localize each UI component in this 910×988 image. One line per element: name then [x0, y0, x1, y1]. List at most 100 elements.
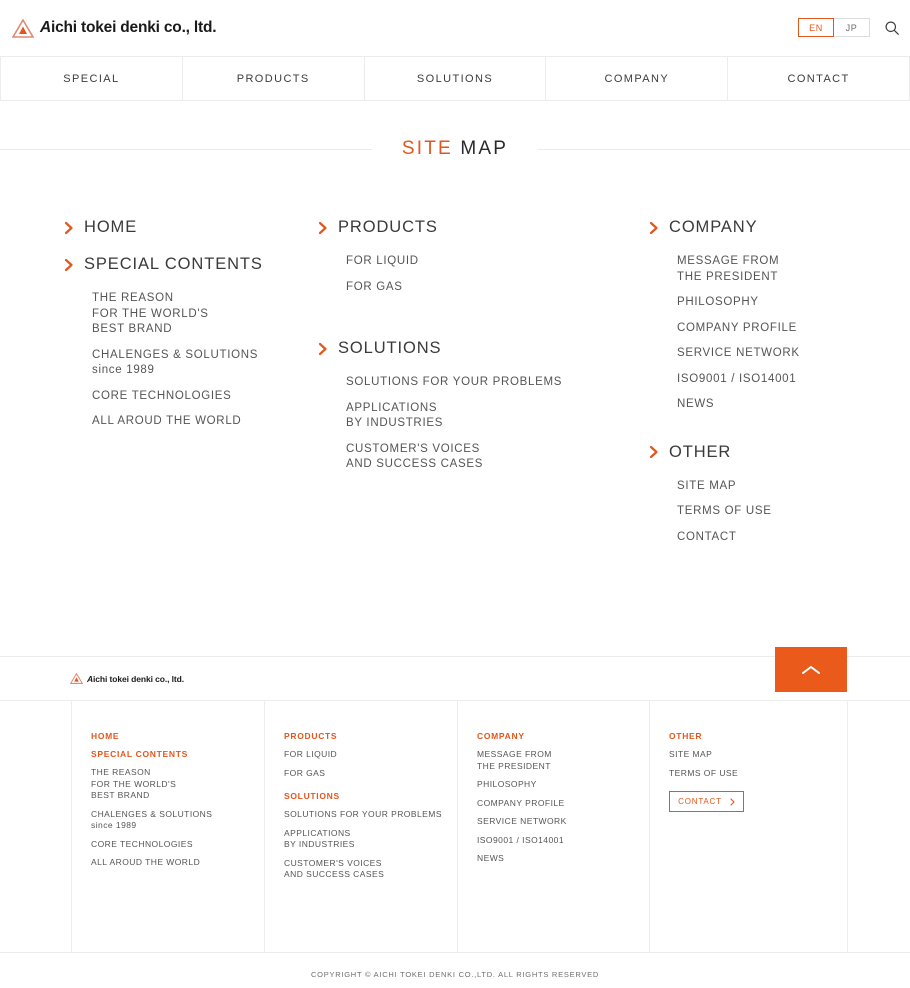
- link-line: ISO9001 / ISO14001: [477, 834, 565, 845]
- link-line: CUSTOMER'S VOICES: [284, 857, 382, 868]
- nav-item-company[interactable]: COMPANY: [546, 57, 729, 100]
- contact-button[interactable]: CONTACT: [669, 791, 744, 812]
- footer-heading-products[interactable]: PRODUCTS: [284, 731, 457, 741]
- footer-column-2: PRODUCTS FOR LIQUID FOR GAS SOLUTIONS SO…: [264, 701, 457, 952]
- language-toggle[interactable]: EN JP: [798, 18, 870, 37]
- footer-column-4: OTHER SITE MAP TERMS OF USE CONTACT: [649, 701, 848, 952]
- sitemap-link[interactable]: CORE TECHNOLOGIES: [92, 389, 312, 405]
- lang-button-en[interactable]: EN: [798, 18, 834, 37]
- sitemap-link[interactable]: SOLUTIONS FOR YOUR PROBLEMS: [346, 375, 649, 391]
- sitemap-link[interactable]: CHALENGES & SOLUTIONS since 1989: [92, 348, 312, 379]
- link-line: THE REASON: [92, 292, 174, 304]
- sitemap-link[interactable]: PHILOSOPHY: [677, 295, 910, 311]
- footer-link[interactable]: THE REASON FOR THE WORLD'S BEST BRAND: [91, 767, 264, 802]
- link-line: since 1989: [92, 364, 155, 376]
- search-icon[interactable]: [884, 20, 900, 36]
- footer-link[interactable]: ALL AROUD THE WORLD: [91, 857, 264, 869]
- link-line: SERVICE NETWORK: [677, 347, 800, 359]
- footer-link[interactable]: CHALENGES & SOLUTIONS since 1989: [91, 809, 264, 832]
- sitemap-link[interactable]: ALL AROUD THE WORLD: [92, 414, 312, 430]
- page-title-part1: SITE: [401, 137, 453, 159]
- sitemap-heading-solutions[interactable]: SOLUTIONS: [318, 339, 649, 358]
- sitemap-link[interactable]: APPLICATIONS BY INDUSTRIES: [346, 401, 649, 432]
- footer-logo-text: Aichi tokei denki co., ltd.: [87, 673, 184, 684]
- sitemap-column-2: PRODUCTS FOR LIQUID FOR GAS SOLUTIONS SO…: [312, 218, 649, 656]
- footer-column-3: COMPANY MESSAGE FROM THE PRESIDENT PHILO…: [457, 701, 649, 952]
- link-line: APPLICATIONS: [346, 401, 438, 414]
- link-line: TERMS OF USE: [669, 767, 739, 778]
- site-logo-text: Aichi tokei denki co., ltd.: [40, 19, 217, 36]
- nav-item-contact[interactable]: CONTACT: [728, 57, 910, 100]
- footer-heading-special-contents[interactable]: SPECIAL CONTENTS: [91, 749, 264, 759]
- footer-heading-home[interactable]: HOME: [91, 731, 264, 741]
- footer-link[interactable]: SERVICE NETWORK: [477, 816, 649, 828]
- sitemap-link[interactable]: SERVICE NETWORK: [677, 346, 910, 362]
- sitemap-heading-products[interactable]: PRODUCTS: [318, 218, 649, 237]
- nav-item-products[interactable]: PRODUCTS: [183, 57, 365, 100]
- sitemap-link[interactable]: MESSAGE FROM THE PRESIDENT: [677, 254, 910, 285]
- site-header: Aichi tokei denki co., ltd. EN JP: [0, 0, 910, 56]
- footer-link[interactable]: SOLUTIONS FOR YOUR PROBLEMS: [284, 809, 457, 821]
- link-line: APPLICATIONS: [284, 827, 351, 838]
- sitemap-link[interactable]: CUSTOMER'S VOICES AND SUCCESS CASES: [346, 442, 649, 473]
- sitemap-link[interactable]: CONTACT: [677, 530, 910, 546]
- sitemap-link[interactable]: NEWS: [677, 397, 910, 413]
- footer-link[interactable]: ISO9001 / ISO14001: [477, 835, 649, 847]
- link-line: COMPANY PROFILE: [477, 797, 565, 808]
- sitemap-link[interactable]: COMPANY PROFILE: [677, 321, 910, 337]
- lang-button-jp[interactable]: JP: [834, 18, 870, 37]
- link-line: NEWS: [677, 398, 715, 410]
- sitemap-heading-home[interactable]: HOME: [64, 218, 312, 237]
- footer-heading-solutions[interactable]: SOLUTIONS: [284, 791, 457, 801]
- sitemap-heading-other[interactable]: OTHER: [649, 443, 910, 462]
- chevron-right-icon: [730, 797, 735, 806]
- sitemap-link[interactable]: TERMS OF USE: [677, 504, 910, 520]
- link-line: THE PRESIDENT: [477, 760, 551, 771]
- sitemap-heading-company[interactable]: COMPANY: [649, 218, 910, 237]
- footer-top-bar: Aichi tokei denki co., ltd.: [0, 647, 910, 701]
- link-line: BEST BRAND: [91, 790, 150, 800]
- footer-link[interactable]: PHILOSOPHY: [477, 779, 649, 791]
- footer-heading-company[interactable]: COMPANY: [477, 731, 649, 741]
- link-line: FOR GAS: [284, 767, 326, 778]
- sitemap-link[interactable]: SITE MAP: [677, 479, 910, 495]
- link-line: FOR LIQUID: [284, 749, 338, 759]
- sitemap-heading-label: PRODUCTS: [338, 218, 438, 236]
- sitemap-sublinks-special: THE REASON FOR THE WORLD'S BEST BRAND CH…: [92, 291, 312, 430]
- link-line: NEWS: [477, 853, 505, 863]
- sitemap-column-1: HOME SPECIAL CONTENTS THE REASON FOR THE…: [0, 218, 312, 656]
- footer-link[interactable]: NEWS: [477, 853, 649, 865]
- sitemap-content: HOME SPECIAL CONTENTS THE REASON FOR THE…: [0, 196, 910, 656]
- footer-link[interactable]: FOR LIQUID: [284, 749, 457, 761]
- nav-item-solutions[interactable]: SOLUTIONS: [365, 57, 547, 100]
- footer-link[interactable]: FOR GAS: [284, 768, 457, 780]
- page-title-section: SITE MAP: [0, 101, 910, 196]
- link-line: SOLUTIONS FOR YOUR PROBLEMS: [346, 376, 563, 388]
- link-line: BY INDUSTRIES: [346, 417, 444, 429]
- footer-link[interactable]: CORE TECHNOLOGIES: [91, 839, 264, 851]
- footer-heading-other[interactable]: OTHER: [669, 731, 847, 741]
- sitemap-link[interactable]: THE REASON FOR THE WORLD'S BEST BRAND: [92, 291, 312, 338]
- footer-link[interactable]: MESSAGE FROM THE PRESIDENT: [477, 749, 649, 772]
- link-line: CONTACT: [677, 530, 737, 543]
- footer-link[interactable]: COMPANY PROFILE: [477, 798, 649, 810]
- sitemap-heading-special-contents[interactable]: SPECIAL CONTENTS: [64, 255, 312, 274]
- sitemap-link[interactable]: ISO9001 / ISO14001: [677, 372, 910, 388]
- link-line: MESSAGE FROM: [477, 749, 552, 759]
- triangle-logo-icon: [70, 673, 83, 684]
- link-line: SITE MAP: [669, 749, 713, 759]
- footer-link[interactable]: SITE MAP: [669, 749, 847, 761]
- site-logo[interactable]: Aichi tokei denki co., ltd.: [12, 18, 217, 38]
- footer-link[interactable]: CUSTOMER'S VOICES AND SUCCESS CASES: [284, 858, 457, 881]
- link-line: ALL AROUD THE WORLD: [92, 415, 242, 427]
- sitemap-link[interactable]: FOR LIQUID: [346, 254, 649, 270]
- footer-link[interactable]: APPLICATIONS BY INDUSTRIES: [284, 828, 457, 851]
- link-line: since 1989: [91, 820, 137, 830]
- nav-item-special[interactable]: SPECIAL: [0, 57, 183, 100]
- link-line: FOR THE WORLD'S: [92, 307, 209, 320]
- footer-logo[interactable]: Aichi tokei denki co., ltd.: [70, 673, 184, 684]
- link-line: SOLUTIONS FOR YOUR PROBLEMS: [284, 809, 442, 819]
- footer-link[interactable]: TERMS OF USE: [669, 768, 847, 780]
- scroll-to-top-button[interactable]: [775, 647, 847, 692]
- sitemap-link[interactable]: FOR GAS: [346, 280, 649, 296]
